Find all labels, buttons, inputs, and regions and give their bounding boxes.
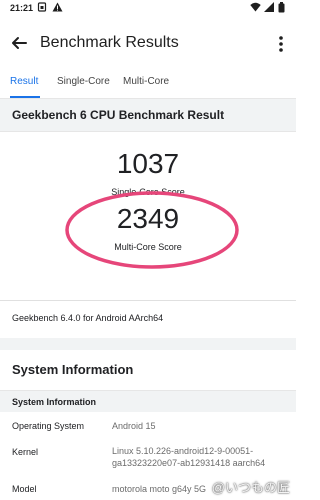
result-section-header: Geekbench 6 CPU Benchmark Result: [0, 98, 296, 132]
row-key: Model: [12, 484, 37, 494]
system-information-header: System Information: [0, 390, 296, 414]
single-core-score: 1037: [116, 148, 180, 179]
tab-multi-core[interactable]: Multi-Core: [123, 76, 169, 87]
tab-result[interactable]: Result: [10, 76, 38, 87]
row-value: Linux 5.10.226-android12-9-00051-ga13323…: [112, 446, 266, 468]
highlight-ellipse: [65, 191, 239, 269]
system-information-title-row: System Information: [0, 350, 296, 390]
status-time: 21:21: [10, 3, 34, 13]
signal-icon: [264, 2, 274, 14]
sim-icon: [37, 2, 47, 14]
table-row: Kernel Linux 5.10.226-android12-9-00051-…: [0, 440, 296, 477]
version-text: Geekbench 6.4.0 for Android AArch64: [12, 313, 164, 323]
battery-icon: [278, 2, 285, 15]
section-divider: [0, 338, 296, 350]
version-row: Geekbench 6.4.0 for Android AArch64: [0, 300, 296, 339]
tab-single-core[interactable]: Single-Core: [57, 76, 110, 87]
row-key: Kernel: [12, 447, 39, 457]
result-header-text: Geekbench 6 CPU Benchmark Result: [12, 108, 225, 122]
watermark: @いつもの匠: [211, 480, 290, 495]
page-title: Benchmark Results: [40, 34, 179, 51]
row-value: Android 15: [112, 421, 156, 431]
row-key: Operating System: [12, 421, 85, 431]
alert-icon: [52, 2, 63, 14]
status-bar: 21:21: [0, 0, 296, 16]
more-vert-icon[interactable]: [274, 34, 288, 54]
arrow-back-icon[interactable]: [8, 32, 30, 54]
table-row: Operating System Android 15: [0, 412, 296, 441]
wifi-icon: [250, 2, 261, 14]
system-information-header-text: System Information: [12, 397, 97, 407]
tab-bar: Result Single-Core Multi-Core: [0, 72, 296, 99]
system-information-title: System Information: [12, 362, 134, 377]
app-bar: Benchmark Results: [0, 16, 296, 72]
